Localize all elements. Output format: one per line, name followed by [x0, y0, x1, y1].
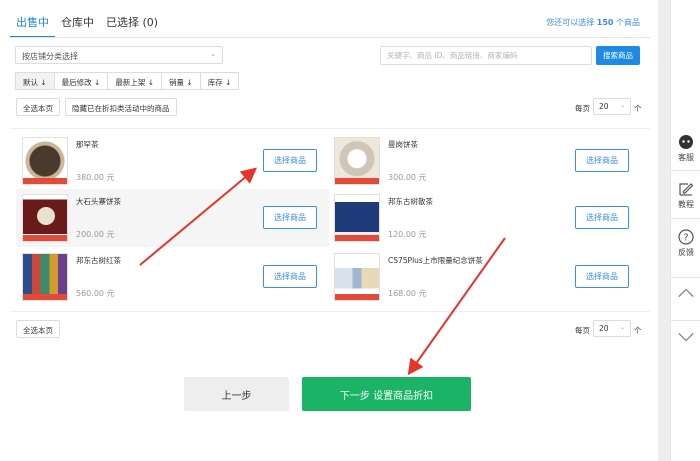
product-price: 380.00 元 — [76, 173, 115, 182]
sidebar-divider — [671, 170, 700, 171]
sort-newest[interactable]: 最新上架 ↓ — [107, 72, 163, 90]
chevron-down-icon: ⌄ — [210, 50, 216, 58]
product-name: 邦东古树散茶 — [388, 197, 433, 206]
product-card: CS75Plus上市限量纪念饼茶 168.00 元 选择商品 — [328, 248, 641, 306]
product-price: 120.00 元 — [388, 230, 427, 239]
per-page-unit: 个 — [634, 104, 642, 113]
quota-prefix: 您还可以选择 — [546, 18, 595, 27]
select-product-button[interactable]: 选择商品 — [575, 206, 629, 229]
product-image — [22, 194, 68, 242]
tab-divider — [10, 37, 650, 38]
sidebar-divider — [671, 320, 700, 321]
product-card: 邦东古树散茶 120.00 元 选择商品 — [328, 189, 641, 247]
per-page-value: 20 — [599, 102, 609, 111]
per-page-value: 20 — [599, 324, 609, 333]
product-name: CS75Plus上市限量纪念饼茶 — [388, 256, 483, 265]
next-step-button[interactable]: 下一步 设置商品折扣 — [302, 377, 471, 411]
gray-gutter — [658, 0, 670, 461]
sort-stock[interactable]: 库存 ↓ — [199, 72, 240, 90]
select-product-button[interactable]: 选择商品 — [263, 206, 317, 229]
sort-group: 默认 ↓ 最后修改 ↓ 最新上架 ↓ 销量 ↓ 库存 ↓ — [15, 72, 240, 90]
quota-suffix: 个商品 — [616, 18, 640, 27]
customer-service-button[interactable]: 客服 — [671, 134, 700, 163]
chat-bubble-icon — [679, 135, 693, 149]
hide-discounted-button[interactable]: 隐藏已在折扣类活动中的商品 — [65, 98, 177, 116]
select-page-button-bottom[interactable]: 全选本页 — [16, 320, 60, 338]
product-image — [22, 137, 68, 185]
previous-step-button[interactable]: 上一步 — [184, 377, 289, 411]
tab-on-sale[interactable]: 出售中 — [10, 8, 55, 38]
chevron-down-icon — [678, 332, 694, 342]
product-image — [334, 137, 380, 185]
product-image — [334, 194, 380, 242]
feedback-button[interactable]: ? 反馈 — [671, 229, 700, 258]
select-product-button[interactable]: 选择商品 — [263, 149, 317, 172]
product-card: 曼岗饼茶 300.00 元 选择商品 — [328, 132, 641, 190]
product-name: 邦东古树红茶 — [76, 256, 121, 265]
svg-text:?: ? — [683, 233, 688, 244]
category-select[interactable]: 按店铺分类选择 ⌄ — [15, 46, 223, 64]
list-divider-top — [10, 128, 650, 129]
per-page-label: 每页 — [575, 326, 590, 335]
selection-quota: 您还可以选择 150 个商品 — [546, 17, 640, 28]
right-sidebar: 客服 教程 ? 反馈 — [670, 0, 700, 461]
per-page-unit: 个 — [634, 326, 642, 335]
product-card: 邦东古树红茶 560.00 元 选择商品 — [16, 248, 329, 306]
tab-bar: 出售中 仓库中 已选择 (0) — [10, 8, 164, 38]
product-name: 那罕茶 — [76, 140, 99, 149]
tutorial-button[interactable]: 教程 — [671, 181, 700, 210]
product-price: 200.00 元 — [76, 230, 115, 239]
chevron-down-icon: ⌄ — [619, 324, 625, 331]
select-product-button[interactable]: 选择商品 — [575, 149, 629, 172]
sort-last-modified[interactable]: 最后修改 ↓ — [53, 72, 109, 90]
service-label: 客服 — [678, 153, 694, 162]
product-card: 大石头寨饼茶 200.00 元 选择商品 — [16, 189, 329, 247]
tab-warehouse[interactable]: 仓库中 — [55, 8, 100, 38]
tab-selected[interactable]: 已选择 (0) — [100, 8, 164, 38]
edit-icon — [679, 183, 694, 196]
sidebar-divider — [671, 218, 700, 219]
product-price: 300.00 元 — [388, 173, 427, 182]
question-icon: ? — [678, 229, 694, 245]
select-product-button[interactable]: 选择商品 — [263, 265, 317, 288]
product-price: 560.00 元 — [76, 289, 115, 298]
scroll-up-button[interactable] — [671, 287, 700, 317]
chevron-up-icon — [678, 288, 694, 298]
main-panel: 出售中 仓库中 已选择 (0) 您还可以选择 150 个商品 按店铺分类选择 ⌄… — [0, 0, 658, 461]
feedback-label: 反馈 — [678, 248, 694, 257]
search-input[interactable] — [380, 46, 592, 65]
sort-default[interactable]: 默认 ↓ — [15, 72, 55, 90]
product-name: 大石头寨饼茶 — [76, 197, 121, 206]
select-page-button[interactable]: 全选本页 — [16, 98, 60, 116]
product-price: 168.00 元 — [388, 289, 427, 298]
per-page-label: 每页 — [575, 104, 590, 113]
per-page-select-bottom[interactable]: 20 ⌄ — [593, 320, 631, 337]
sort-sales[interactable]: 销量 ↓ — [161, 72, 201, 90]
sidebar-divider — [671, 277, 700, 278]
quota-count: 150 — [596, 18, 614, 27]
search-button[interactable]: 搜索商品 — [596, 46, 640, 65]
list-divider-bottom — [10, 311, 650, 312]
product-image — [334, 253, 380, 301]
chevron-down-icon: ⌄ — [619, 102, 625, 109]
select-product-button[interactable]: 选择商品 — [575, 265, 629, 288]
product-card: 那罕茶 380.00 元 选择商品 — [16, 132, 329, 190]
product-image — [22, 253, 68, 301]
product-name: 曼岗饼茶 — [388, 140, 418, 149]
scroll-down-button[interactable] — [671, 331, 700, 361]
per-page-select[interactable]: 20 ⌄ — [593, 98, 631, 115]
tutorial-label: 教程 — [678, 200, 694, 209]
category-select-label: 按店铺分类选择 — [22, 52, 78, 61]
